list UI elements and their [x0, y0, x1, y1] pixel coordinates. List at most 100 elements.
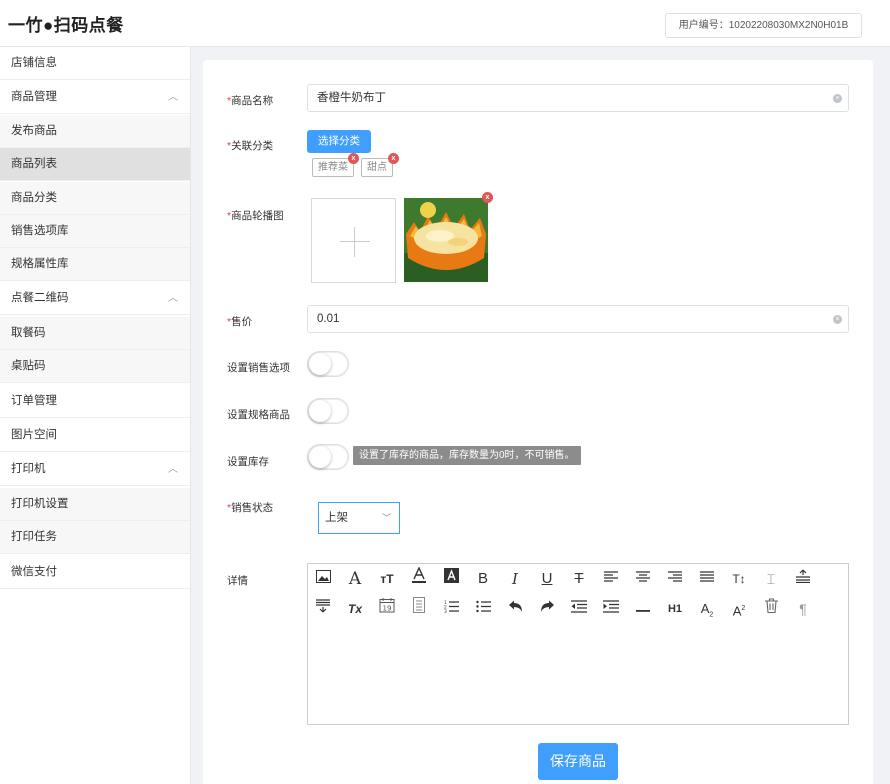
sidebar-item-product-list[interactable]: 商品列表: [0, 148, 190, 181]
align-left-icon[interactable]: [599, 567, 623, 591]
stock-switch[interactable]: [307, 444, 349, 470]
sidebar-item-printer-settings[interactable]: 打印机设置: [0, 488, 190, 521]
sidebar-item-label: 商品分类: [11, 192, 57, 204]
sidebar-item-pickup-code[interactable]: 取餐码: [0, 317, 190, 350]
delete-icon[interactable]: [759, 597, 783, 621]
price-input-value: 0.01: [317, 313, 340, 325]
indent-top-icon[interactable]: [791, 567, 815, 591]
plus-icon: [340, 241, 370, 242]
remove-image-icon[interactable]: x: [482, 192, 493, 203]
sale-options-switch[interactable]: [307, 351, 349, 377]
status-label: *销售状态: [227, 502, 274, 514]
svg-text:19: 19: [383, 605, 392, 613]
heading-icon[interactable]: H1: [663, 597, 687, 621]
chevron-up-icon: ︿: [168, 464, 178, 475]
strikethrough-icon[interactable]: T: [567, 567, 591, 591]
remove-tag-icon[interactable]: x: [348, 153, 359, 164]
chevron-up-icon: ︿: [168, 92, 178, 103]
app-logo: 一竹●扫码点餐: [8, 16, 124, 35]
name-label: *商品名称: [227, 95, 274, 107]
user-id-box: 用户编号：10202208030MX2N0H01B: [665, 13, 862, 38]
sidebar-item-label: 桌贴码: [11, 360, 46, 372]
sidebar-item-label: 打印机设置: [11, 498, 69, 510]
sidebar-item-order-qrcode[interactable]: 点餐二维码 ︿: [0, 282, 190, 315]
sidebar-item-wechat-pay[interactable]: 微信支付: [0, 556, 190, 589]
sidebar-item-label: 图片空间: [11, 429, 57, 441]
price-label: *售价: [227, 316, 253, 328]
italic-icon[interactable]: I: [503, 567, 527, 591]
sidebar-item-label: 订单管理: [11, 395, 57, 407]
image-icon[interactable]: [311, 567, 335, 591]
sidebar: 店铺信息商品管理 ︿ 发布商品商品列表商品分类销售选项库规格属性库点餐二维码 ︿ 取餐码…: [0, 47, 191, 784]
name-input-value: 香橙牛奶布丁: [317, 92, 386, 104]
sidebar-item-printer[interactable]: 打印机 ︿: [0, 453, 190, 486]
subscript-icon[interactable]: A2: [695, 597, 719, 621]
sale-options-label: 设置销售选项: [227, 362, 290, 374]
sidebar-item-label: 发布商品: [11, 125, 57, 137]
detail-label: 详情: [227, 575, 248, 587]
remove-tag-icon[interactable]: x: [388, 153, 399, 164]
sidebar-item-table-sticker-code[interactable]: 桌贴码: [0, 350, 190, 383]
unordered-list-icon[interactable]: [471, 597, 495, 621]
price-input[interactable]: 0.01 ×: [307, 305, 849, 333]
align-justify-icon[interactable]: [695, 567, 719, 591]
horizontal-rule-icon[interactable]: [631, 597, 655, 621]
sidebar-item-store-info[interactable]: 店铺信息: [0, 47, 190, 80]
pudding-photo: [404, 198, 488, 282]
date-icon[interactable]: 19: [375, 597, 399, 621]
name-input[interactable]: 香橙牛奶布丁 ×: [307, 84, 849, 112]
upload-image-button[interactable]: [311, 198, 396, 283]
top-bar: 一竹●扫码点餐 用户编号：10202208030MX2N0H01B: [0, 0, 890, 47]
font-family-icon[interactable]: A: [343, 567, 367, 591]
font-size-icon[interactable]: тT: [375, 567, 399, 591]
sidebar-item-image-space[interactable]: 图片空间: [0, 419, 190, 452]
redo-icon[interactable]: [535, 597, 559, 621]
clear-format-icon[interactable]: Tx: [343, 597, 367, 621]
sidebar-item-label: 取餐码: [11, 327, 46, 339]
category-label: *关联分类: [227, 140, 274, 152]
sidebar-item-label: 店铺信息: [11, 57, 57, 69]
underline-icon[interactable]: U: [535, 567, 559, 591]
chevron-up-icon: ︿: [168, 293, 178, 304]
align-right-icon[interactable]: [663, 567, 687, 591]
bold-icon[interactable]: B: [471, 567, 495, 591]
sidebar-item-label: 打印任务: [11, 531, 57, 543]
carousel-label: *商品轮播图: [227, 210, 284, 222]
indent-icon[interactable]: [599, 597, 623, 621]
sidebar-item-sale-options-library[interactable]: 销售选项库: [0, 215, 190, 248]
sidebar-item-publish-product[interactable]: 发布商品: [0, 115, 190, 148]
save-product-button[interactable]: 保存商品: [538, 743, 618, 780]
paragraph-icon[interactable]: ¶: [791, 597, 815, 621]
sidebar-item-order-management[interactable]: 订单管理: [0, 385, 190, 418]
align-center-icon[interactable]: [631, 567, 655, 591]
sidebar-item-product-management[interactable]: 商品管理 ︿: [0, 81, 190, 114]
sidebar-item-label: 商品列表: [11, 158, 57, 170]
sidebar-item-product-category[interactable]: 商品分类: [0, 182, 190, 215]
template-icon[interactable]: [407, 597, 431, 621]
stock-label: 设置库存: [227, 456, 269, 468]
line-height-icon[interactable]: T↕: [727, 567, 751, 591]
sidebar-item-label: 销售选项库: [11, 225, 69, 237]
status-select[interactable]: 上架 ﹀: [318, 502, 400, 534]
sidebar-item-label: 点餐二维码: [11, 292, 69, 304]
sidebar-item-spec-attributes-library[interactable]: 规格属性库: [0, 248, 190, 281]
bg-color-icon[interactable]: [439, 567, 463, 591]
undo-icon[interactable]: [503, 597, 527, 621]
sidebar-item-label: 打印机: [11, 463, 46, 475]
font-color-icon[interactable]: [407, 566, 431, 591]
clear-icon[interactable]: ×: [833, 94, 842, 103]
letter-spacing-icon[interactable]: ⌶: [759, 567, 783, 591]
product-image: [404, 198, 488, 282]
select-category-button[interactable]: 选择分类: [307, 130, 371, 153]
indent-bottom-icon[interactable]: [311, 597, 335, 621]
status-select-value: 上架: [325, 512, 348, 524]
rich-text-editor[interactable]: A тT B I U T T↕ ⌶ Tx 19 123 H1 A2 A2 ¶: [307, 563, 849, 725]
sidebar-item-label: 微信支付: [11, 566, 57, 578]
clear-icon[interactable]: ×: [833, 315, 842, 324]
outdent-icon[interactable]: [567, 597, 591, 621]
spec-switch[interactable]: [307, 398, 349, 424]
ordered-list-icon[interactable]: 123: [439, 597, 463, 621]
superscript-icon[interactable]: A2: [727, 597, 751, 621]
stock-tooltip: 设置了库存的商品，库存数量为0时，不可销售。: [353, 446, 581, 465]
sidebar-item-print-tasks[interactable]: 打印任务: [0, 521, 190, 554]
